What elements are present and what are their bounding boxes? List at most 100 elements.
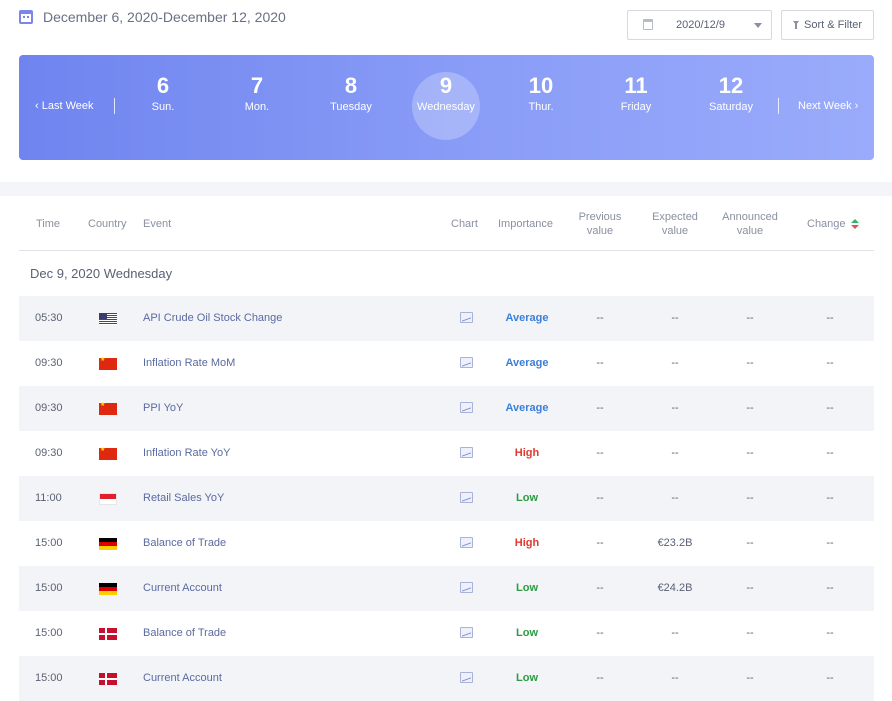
importance-badge: Low [516,627,538,639]
announced-value: -- [746,402,754,414]
sort-filter-label: Sort & Filter [804,19,863,31]
col-importance: Importance [498,218,554,230]
change-value: -- [826,357,834,369]
change-value: -- [826,492,834,504]
announced-value: -- [746,582,754,594]
change-value: -- [826,582,834,594]
event-name[interactable]: Balance of Trade [143,627,226,639]
next-week-label: Next Week [798,100,852,112]
expected-value: -- [671,357,679,369]
col-previous-line2: value [586,225,614,237]
flag-cn-icon [99,356,117,370]
date-picker[interactable]: 2020/12/9 [627,10,772,40]
day-thu[interactable]: 10 Thur. [501,73,581,115]
event-name[interactable]: Inflation Rate YoY [143,447,230,459]
day-tue[interactable]: 8 Tuesday [311,73,391,115]
expected-value: -- [671,627,679,639]
chart-icon[interactable] [460,582,473,593]
col-country: Country [88,218,127,230]
change-value: -- [826,447,834,459]
flag-id-icon [99,493,117,505]
previous-value: -- [596,582,604,594]
change-value: -- [826,672,834,684]
chart-icon[interactable] [460,447,473,458]
col-announced: Announced value [718,210,782,238]
previous-value: -- [596,357,604,369]
event-name[interactable]: Current Account [143,582,222,594]
change-value: -- [826,402,834,414]
table-header: Time Country Event Chart Importance Prev… [19,197,874,251]
chart-icon[interactable] [460,402,473,413]
col-chart: Chart [451,218,478,230]
expected-value: -- [671,447,679,459]
expected-value: -- [671,312,679,324]
day-sun[interactable]: 6 Sun. [123,73,203,115]
chart-icon[interactable] [460,357,473,368]
event-name[interactable]: Inflation Rate MoM [143,357,235,369]
announced-value: -- [746,672,754,684]
table-row[interactable]: 15:00 Current Account Low -- -- -- -- [19,656,874,701]
day-number: 12 [718,73,744,98]
announced-value: -- [746,447,754,459]
day-number: 6 [156,73,170,98]
day-number: 8 [344,73,358,98]
day-mon[interactable]: 7 Mon. [217,73,297,115]
calendar-icon [19,10,33,24]
previous-value: -- [596,447,604,459]
importance-badge: Average [505,312,549,324]
col-change-sort[interactable]: Change [807,217,859,231]
next-week-button[interactable]: Next Week › [798,100,858,112]
change-value: -- [826,537,834,549]
table-row[interactable]: 09:30 PPI YoY Average -- -- -- -- [19,386,874,431]
col-expected-line2: value [661,225,689,237]
day-number: 7 [250,73,264,98]
sort-filter-button[interactable]: Sort & Filter [781,10,874,40]
last-week-button[interactable]: ‹ Last Week [35,100,94,112]
chart-icon[interactable] [460,672,473,683]
event-name[interactable]: API Crude Oil Stock Change [143,312,282,324]
event-name[interactable]: Balance of Trade [143,537,226,549]
flag-cn-icon [99,401,117,415]
importance-badge: High [514,537,540,549]
table-row[interactable]: 15:00 Balance of Trade Low -- -- -- -- [19,611,874,656]
announced-value: -- [746,312,754,324]
event-name[interactable]: PPI YoY [143,402,183,414]
flag-cn-icon [99,446,117,460]
col-time: Time [36,218,61,230]
flag-dk-icon [99,628,117,640]
expected-value: -- [671,402,679,414]
table-row[interactable]: 09:30 Inflation Rate YoY High -- -- -- -- [19,431,874,476]
day-number: 10 [528,73,554,98]
previous-value: -- [596,312,604,324]
change-value: -- [826,312,834,324]
table-row[interactable]: 09:30 Inflation Rate MoM Average -- -- -- -- [19,341,874,386]
table-row[interactable]: 05:30 API Crude Oil Stock Change Average --… [19,296,874,341]
day-name: Saturday [708,101,754,113]
event-time: 05:30 [35,312,63,324]
week-selector: ‹ Last Week 6 Sun. 7 Mon. 8 Tuesday 9 We… [19,55,874,160]
event-name[interactable]: Retail Sales YoY [143,492,224,504]
previous-value: -- [596,492,604,504]
table-row[interactable]: 15:00 Balance of Trade High -- €23.2B -- -- [19,521,874,566]
event-time: 15:00 [35,537,63,549]
table-row[interactable]: 15:00 Current Account Low -- €24.2B -- -- [19,566,874,611]
day-sat[interactable]: 12 Saturday [691,73,771,115]
table-row[interactable]: 11:00 Retail Sales YoY Low -- -- -- -- [19,476,874,521]
event-time: 11:00 [35,492,62,504]
importance-badge: Average [505,402,549,414]
sort-arrows-icon [850,219,859,230]
chevron-down-icon [754,23,762,28]
chart-icon[interactable] [460,492,473,503]
announced-value: -- [746,357,754,369]
expected-value: -- [671,672,679,684]
last-week-label: Last Week [41,100,94,112]
day-wed-selected[interactable]: 9 Wednesday [406,72,486,140]
col-event: Event [143,218,172,230]
event-name[interactable]: Current Account [143,672,222,684]
chart-icon[interactable] [460,537,473,548]
day-fri[interactable]: 11 Friday [596,73,676,115]
chart-icon[interactable] [460,627,473,638]
importance-badge: Low [516,492,538,504]
col-previous: Previous value [570,210,630,238]
chart-icon[interactable] [460,312,473,323]
